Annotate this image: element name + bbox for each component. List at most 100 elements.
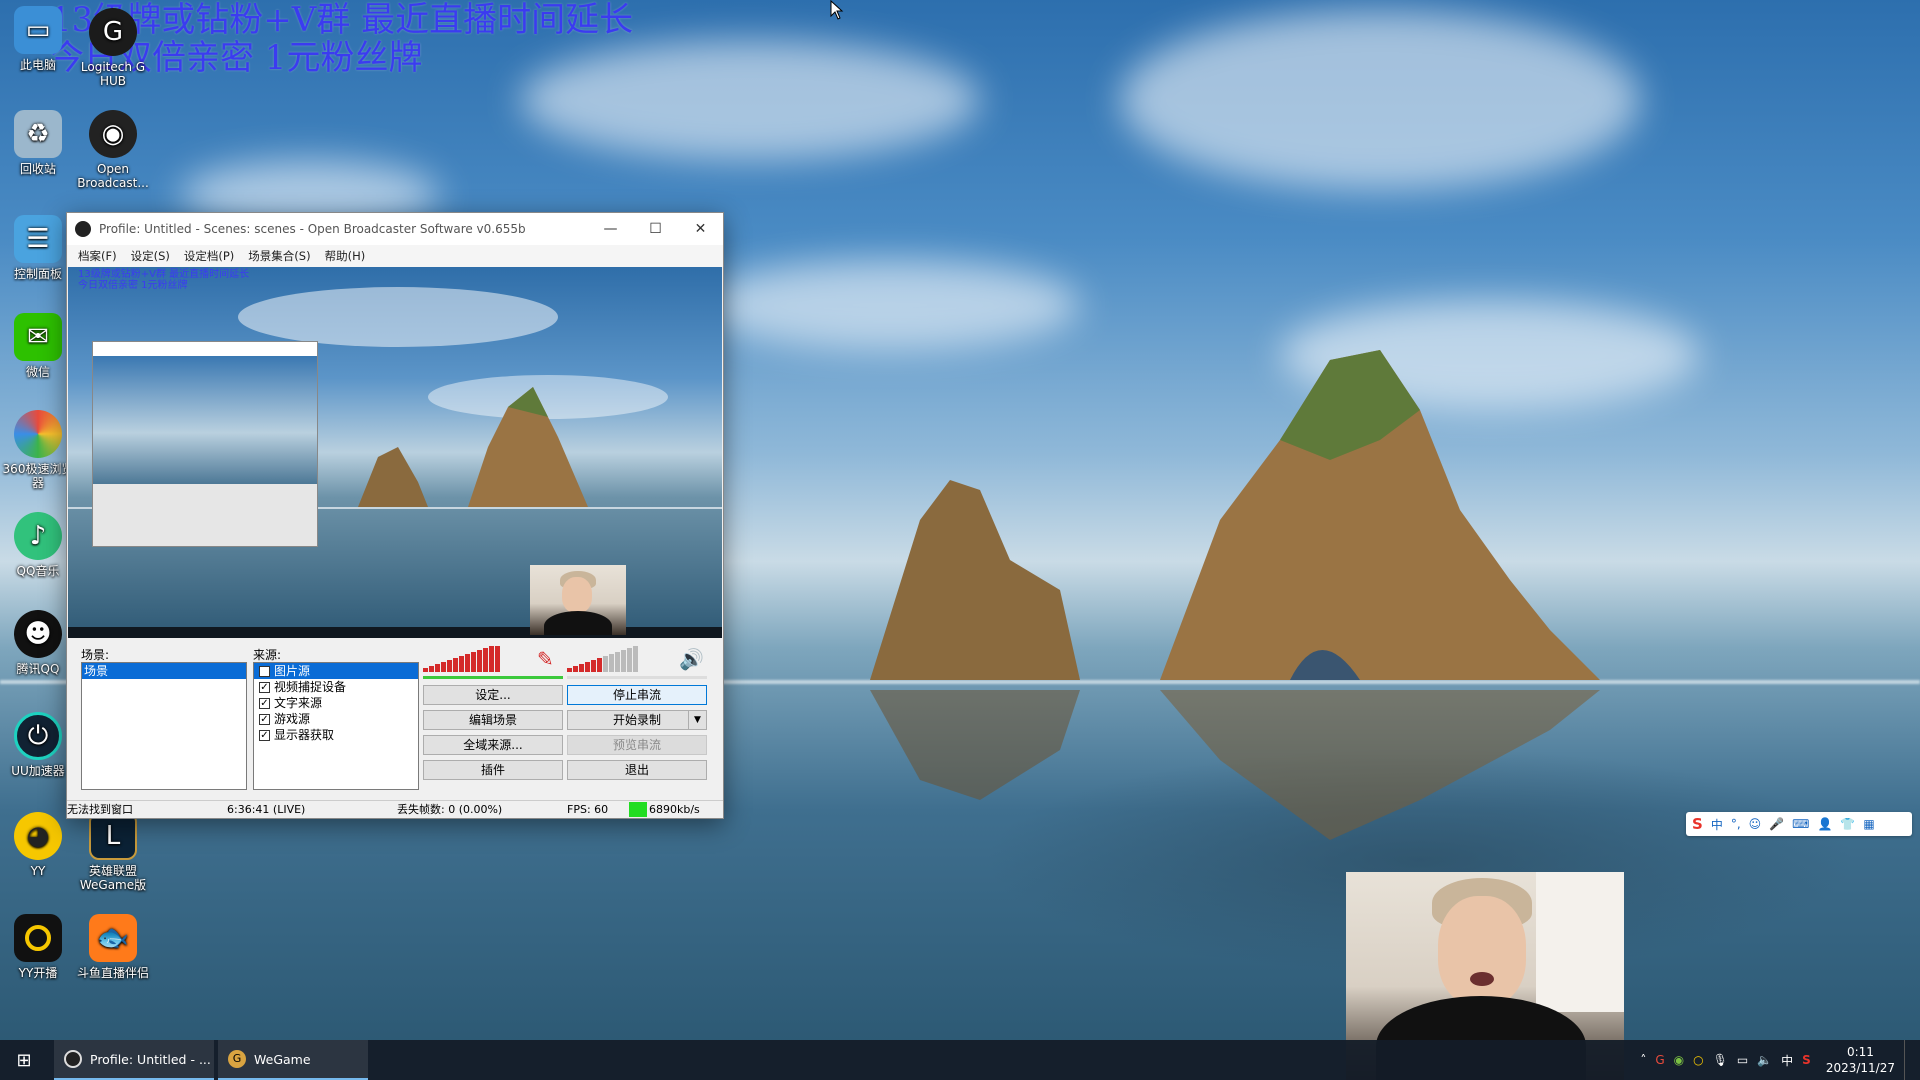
obs-window[interactable]: Profile: Untitled - Scenes: scenes - Ope… — [66, 212, 724, 819]
exit-button[interactable]: 退出 — [567, 760, 707, 780]
taskbar-item-obs[interactable]: Profile: Untitled - ... — [54, 1040, 214, 1080]
clock-time: 0:11 — [1846, 1045, 1874, 1059]
user-icon[interactable]: 👤 — [1817, 817, 1832, 831]
logitech-g-icon: G — [89, 8, 137, 56]
speaker-icon[interactable]: 🔊 — [679, 648, 704, 670]
scenes-list[interactable]: 场景 — [81, 662, 247, 790]
menu-help[interactable]: 帮助(H) — [318, 248, 373, 264]
menu-settings[interactable]: 设定(S) — [124, 248, 177, 264]
start-record-button[interactable]: 开始录制 ▼ — [567, 710, 707, 730]
minimize-button[interactable]: — — [588, 213, 633, 245]
stop-stream-button[interactable]: 停止串流 — [567, 685, 707, 705]
desktop-icon-360-browser[interactable]: 360极速浏览器 — [0, 410, 76, 490]
sources-list[interactable]: 图片源 ✓ 视频捕捉设备 ✓ 文字来源 ✓ 游戏源 ✓ 显示器获取 — [253, 662, 419, 790]
desktop-icon-recycle-bin[interactable]: ♻ 回收站 — [0, 110, 76, 176]
menu-file[interactable]: 档案(F) — [71, 248, 124, 264]
taskbar-item-wegame[interactable]: G WeGame — [218, 1040, 368, 1080]
yy-live-icon — [14, 914, 62, 962]
punctuation-icon[interactable]: °, — [1731, 817, 1741, 831]
obs-preview[interactable]: 13级牌或钻粉+V群 最近直播时间延长 今日双倍亲密 1元粉丝牌 — [68, 267, 722, 638]
chevron-up-icon[interactable]: ˄ — [1640, 1053, 1646, 1067]
mouth — [1470, 972, 1494, 986]
cloud — [700, 260, 1080, 350]
obs-window-title: Profile: Untitled - Scenes: scenes - Ope… — [99, 222, 526, 236]
source-item[interactable]: 图片源 — [254, 663, 418, 679]
network-icon[interactable]: ▭ — [1737, 1053, 1748, 1067]
nvidia-icon[interactable]: ◉ — [1674, 1053, 1684, 1067]
plugins-button[interactable]: 插件 — [423, 760, 563, 780]
sogou-tray-icon[interactable]: S — [1802, 1053, 1811, 1067]
input-language[interactable]: 中 — [1781, 1052, 1793, 1069]
settings-button[interactable]: 设定... — [423, 685, 563, 705]
qq-music-icon: ♪ — [14, 512, 62, 560]
desktop-level-bar — [567, 676, 707, 679]
desktop-icon-obs[interactable]: ◉ Open Broadcast... — [75, 110, 151, 190]
rock-formation — [870, 350, 1600, 680]
desktop-icon-label: 微信 — [25, 365, 50, 379]
desktop-icon-label: QQ音乐 — [16, 564, 60, 578]
desktop-icon-yy-live[interactable]: YY开播 — [0, 914, 76, 980]
taskbar-item-label: WeGame — [254, 1051, 311, 1067]
sogou-logo-icon[interactable]: S — [1692, 815, 1703, 833]
close-button[interactable]: ✕ — [678, 213, 723, 245]
google-icon[interactable]: G — [1655, 1053, 1664, 1067]
keyboard-icon[interactable]: ⌨ — [1792, 817, 1809, 831]
desktop-icon-label: 英雄联盟WeGame版 — [79, 864, 147, 892]
desktop-icon-qq-music[interactable]: ♪ QQ音乐 — [0, 512, 76, 578]
menu-scene-collection[interactable]: 场景集合(S) — [241, 248, 317, 264]
source-checkbox[interactable]: ✓ — [259, 681, 270, 693]
scene-item[interactable]: 场景 — [82, 663, 246, 679]
desktop-icon-label: UU加速器 — [11, 764, 65, 778]
volume-icon[interactable]: 🔈 — [1757, 1053, 1772, 1067]
obs-titlebar[interactable]: Profile: Untitled - Scenes: scenes - Ope… — [67, 213, 723, 245]
desktop-icon-wechat[interactable]: ✉ 微信 — [0, 313, 76, 379]
source-item[interactable]: ✓ 文字来源 — [254, 695, 418, 711]
preview-stream-button[interactable]: 预览串流 — [567, 735, 707, 755]
source-item[interactable]: ✓ 显示器获取 — [254, 727, 418, 743]
maximize-button[interactable]: ☐ — [633, 213, 678, 245]
desktop-icon-uu[interactable]: ⏻ UU加速器 — [0, 712, 76, 778]
global-sources-button[interactable]: 全域来源... — [423, 735, 563, 755]
edit-scene-button[interactable]: 编辑场景 — [423, 710, 563, 730]
desktop-icon-logitech[interactable]: G Logitech G HUB — [75, 8, 151, 88]
desktop-icon-control-panel[interactable]: ☰ 控制面板 — [0, 215, 76, 281]
microphone-tray-icon[interactable]: 🎙 — [1713, 1053, 1728, 1067]
desktop-icon-qq[interactable]: ☻ 腾讯QQ — [0, 610, 76, 676]
desktop-icon-yy[interactable]: ◕ YY — [0, 812, 76, 878]
league-of-legends-icon: L — [89, 812, 137, 860]
source-item-label: 视频捕捉设备 — [274, 680, 347, 694]
source-checkbox[interactable]: ✓ — [259, 713, 270, 725]
browser-360-icon — [14, 410, 62, 458]
show-desktop-button[interactable] — [1904, 1040, 1908, 1080]
cloud — [1120, 10, 1640, 190]
source-item[interactable]: ✓ 游戏源 — [254, 711, 418, 727]
desktop-icon-computer[interactable]: ▭ 此电脑 — [0, 6, 76, 72]
desktop-volume-meter[interactable] — [567, 646, 638, 672]
wechat-icon: ✉ — [14, 313, 62, 361]
chevron-down-icon[interactable]: ▼ — [688, 711, 706, 729]
source-checkbox[interactable] — [259, 665, 270, 677]
menu-profile[interactable]: 设定档(P) — [177, 248, 241, 264]
ime-mode[interactable]: 中 — [1711, 816, 1723, 833]
mic-volume-meter[interactable] — [423, 646, 500, 672]
desktop-icon-douyu[interactable]: 🐟 斗鱼直播伴侣 — [75, 914, 151, 980]
preview-overlay-text: 13级牌或钻粉+V群 最近直播时间延长 今日双倍亲密 1元粉丝牌 — [78, 269, 249, 291]
grid-menu-icon[interactable]: ▦ — [1863, 817, 1874, 831]
status-fps: FPS: 60 — [567, 803, 609, 816]
microphone-icon[interactable]: ✎ — [537, 648, 554, 670]
microphone-icon[interactable]: 🎤 — [1769, 817, 1784, 831]
start-button[interactable]: ⊞ — [0, 1040, 48, 1080]
source-item[interactable]: ✓ 视频捕捉设备 — [254, 679, 418, 695]
desktop-icon-lol[interactable]: L 英雄联盟WeGame版 — [75, 812, 151, 892]
source-checkbox[interactable]: ✓ — [259, 697, 270, 709]
yy-tray-icon[interactable]: ○ — [1693, 1053, 1703, 1067]
desktop-icon-label: 腾讯QQ — [16, 662, 60, 676]
clock[interactable]: 0:11 2023/11/27 — [1826, 1044, 1895, 1076]
scene-item-label: 场景 — [84, 664, 109, 678]
recycle-bin-icon: ♻ — [14, 110, 62, 158]
source-checkbox[interactable]: ✓ — [259, 729, 270, 741]
skin-icon[interactable]: 👕 — [1840, 817, 1855, 831]
desktop-icon-label: Open Broadcast... — [77, 162, 149, 190]
emoji-icon[interactable]: ☺ — [1749, 817, 1762, 831]
ime-toolbar[interactable]: S 中 °, ☺ 🎤 ⌨ 👤 👕 ▦ — [1686, 812, 1912, 836]
